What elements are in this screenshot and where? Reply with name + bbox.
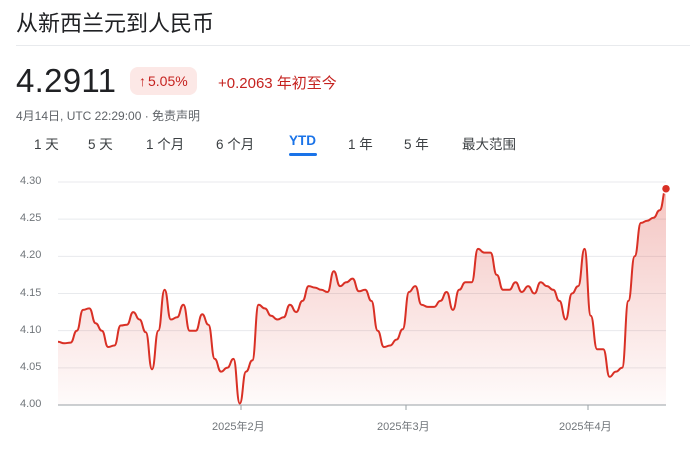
x-axis-ticks: [240, 405, 589, 410]
y-tick-label: 4.10: [20, 323, 42, 336]
y-tick-label: 4.30: [20, 175, 42, 187]
x-tick-label: 2025年4月: [559, 421, 612, 433]
y-tick-label: 4.20: [20, 249, 42, 262]
y-tick-label: 4.25: [20, 212, 42, 225]
x-tick-label: 2025年3月: [377, 421, 430, 433]
y-tick-label: 4.00: [20, 398, 42, 410]
price-area-fill: [58, 188, 666, 405]
y-tick-label: 4.05: [20, 360, 42, 373]
y-tick-label: 4.15: [20, 286, 42, 299]
latest-price-dot: [660, 183, 672, 194]
x-tick-label: 2025年2月: [212, 421, 265, 433]
price-chart[interactable]: [0, 0, 690, 449]
